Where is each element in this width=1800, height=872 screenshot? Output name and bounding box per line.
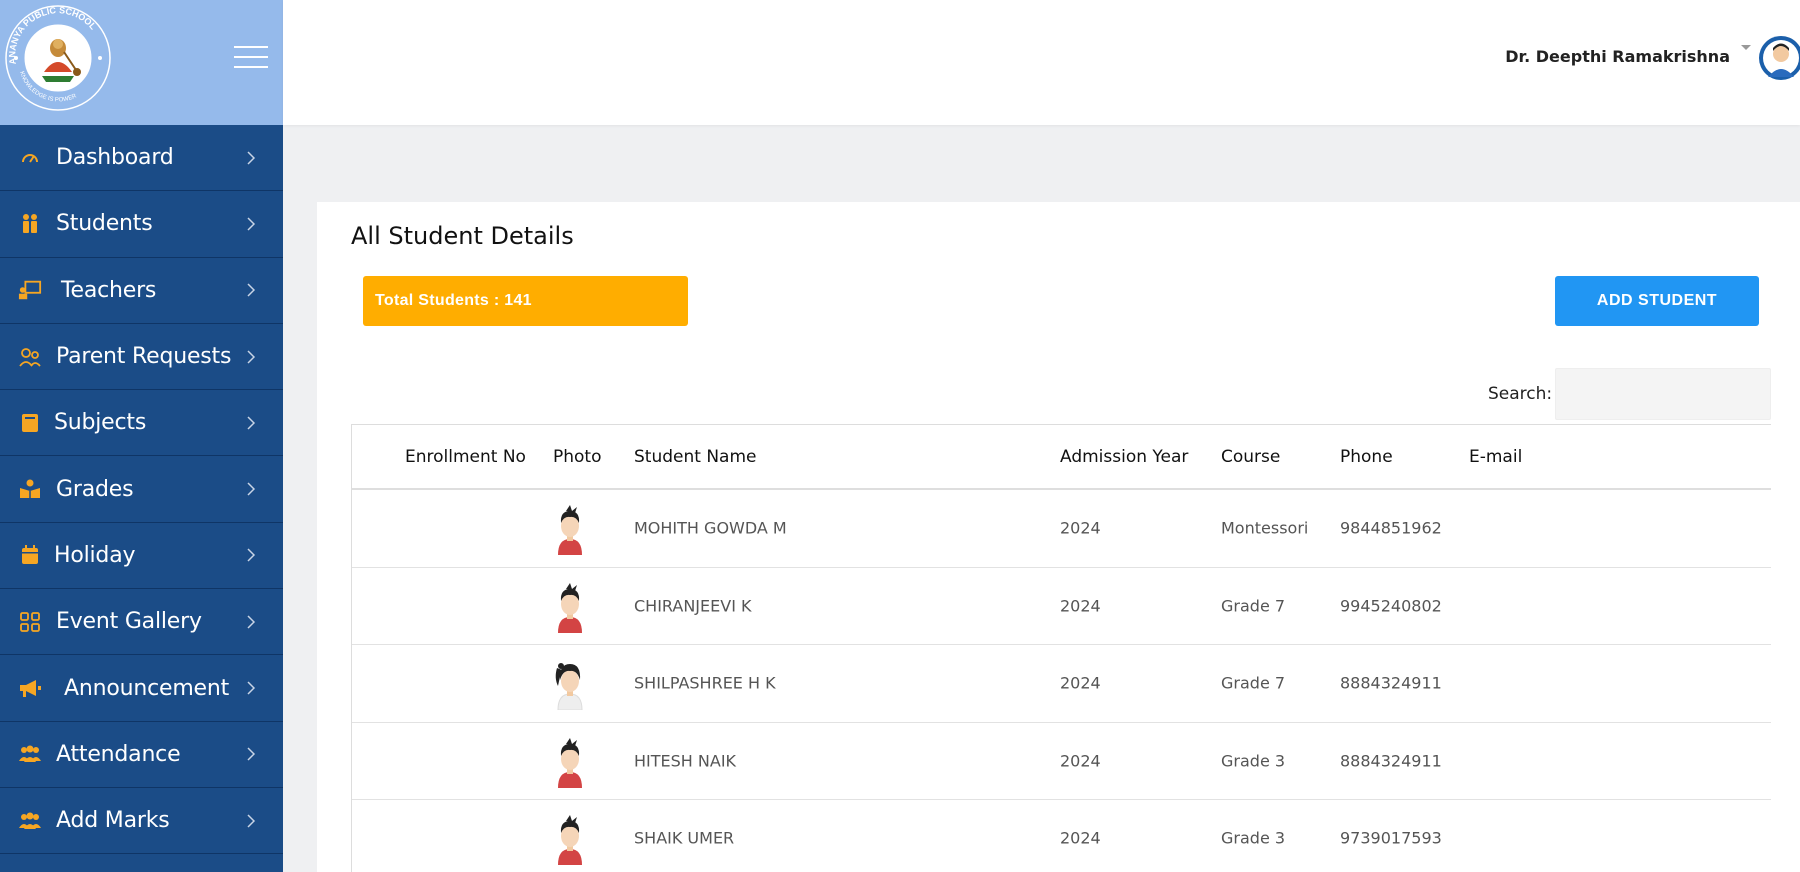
students-table: Enrollment No Photo Student Name Admissi…: [351, 424, 1771, 872]
sidebar-item-holiday[interactable]: Holiday: [0, 523, 283, 590]
sidebar-item-label: Holiday: [54, 542, 136, 568]
chevron-right-icon: [247, 151, 256, 165]
column-header-admission-year[interactable]: Admission Year: [1060, 447, 1188, 467]
megaphone-icon: [18, 676, 42, 700]
sidebar: ANANYA PUBLIC SCHOOL KNOWLEDGE IS POWER …: [0, 0, 283, 872]
calendar-icon: [18, 543, 42, 567]
add-student-button[interactable]: ADD STUDENT: [1555, 276, 1759, 326]
search-input[interactable]: [1555, 368, 1771, 420]
column-header-course[interactable]: Course: [1221, 447, 1280, 467]
search-label: Search:: [1488, 384, 1553, 404]
sidebar-item-add-marks[interactable]: Add Marks: [0, 788, 283, 855]
cell-course: Grade 7: [1221, 596, 1286, 616]
top-header: Dr. Deepthi Ramakrishna: [283, 0, 1800, 125]
reader-icon: [18, 477, 42, 501]
cell-course: Montessori: [1221, 518, 1309, 538]
sidebar-item-label: Announcement: [64, 675, 230, 701]
chevron-right-icon: [247, 681, 256, 695]
cell-student-name: MOHITH GOWDA M: [634, 518, 787, 538]
cell-admission-year: 2024: [1060, 596, 1101, 616]
cell-admission-year: 2024: [1060, 828, 1101, 848]
cell-student-name: CHIRANJEEVI K: [634, 596, 752, 616]
chevron-right-icon: [247, 416, 256, 430]
cell-admission-year: 2024: [1060, 518, 1101, 538]
sidebar-item-label: Students: [56, 211, 153, 237]
students-icon: [18, 212, 42, 236]
cell-student-name: HITESH NAIK: [634, 751, 737, 771]
sidebar-item-label: Dashboard: [56, 145, 174, 171]
table-row[interactable]: MOHITH GOWDA M 2024 Montessori 984485196…: [352, 490, 1771, 568]
column-header-email[interactable]: E-mail: [1469, 447, 1522, 467]
sidebar-menu: Dashboard Students Teachers Parent Reque…: [0, 125, 283, 855]
teacher-board-icon: [18, 278, 42, 302]
sidebar-item-label: Parent Requests: [56, 344, 232, 370]
column-header-student-name[interactable]: Student Name: [634, 447, 756, 467]
table-header: Enrollment No Photo Student Name Admissi…: [352, 425, 1771, 490]
boy-avatar-icon: [558, 582, 582, 633]
chevron-right-icon: [247, 482, 256, 496]
sidebar-item-students[interactable]: Students: [0, 191, 283, 258]
cell-student-name: SHILPASHREE H K: [634, 673, 776, 693]
cell-admission-year: 2024: [1060, 751, 1101, 771]
cell-phone: 9844851962: [1340, 518, 1442, 538]
user-avatar[interactable]: [1758, 35, 1800, 81]
cell-phone: 9739017593: [1340, 828, 1442, 848]
parents-icon: [18, 345, 42, 369]
boy-avatar-icon: [558, 505, 582, 556]
cell-phone: 9945240802: [1340, 596, 1442, 616]
chevron-right-icon: [247, 217, 256, 231]
table-row[interactable]: CHIRANJEEVI K 2024 Grade 7 9945240802: [352, 568, 1771, 645]
school-logo[interactable]: ANANYA PUBLIC SCHOOL KNOWLEDGE IS POWER: [2, 2, 114, 114]
sidebar-item-teachers[interactable]: Teachers: [0, 258, 283, 324]
cell-course: Grade 3: [1221, 828, 1286, 848]
users-icon: [18, 809, 42, 833]
sidebar-item-attendance[interactable]: Attendance: [0, 722, 283, 788]
column-header-photo[interactable]: Photo: [553, 447, 602, 467]
student-details-card: All Student Details Total Students : 141…: [317, 202, 1800, 872]
sidebar-item-subjects[interactable]: Subjects: [0, 390, 283, 457]
sidebar-item-label: Teachers: [61, 277, 157, 303]
chevron-right-icon: [247, 814, 256, 828]
chevron-right-icon: [247, 350, 256, 364]
girl-avatar-icon: [555, 663, 583, 711]
sidebar-item-label: Subjects: [54, 410, 147, 436]
sidebar-item-label: Add Marks: [56, 808, 170, 834]
table-row[interactable]: HITESH NAIK 2024 Grade 3 8884324911: [352, 723, 1771, 800]
grid-icon: [18, 610, 42, 634]
chevron-right-icon: [247, 283, 256, 297]
chevron-right-icon: [247, 615, 256, 629]
speedometer-icon: [18, 146, 42, 170]
sidebar-item-announcement[interactable]: Announcement: [0, 655, 283, 722]
sidebar-item-dashboard[interactable]: Dashboard: [0, 125, 283, 192]
sidebar-item-label: Event Gallery: [56, 609, 202, 635]
sidebar-item-label: Grades: [56, 476, 134, 502]
table-row[interactable]: SHAIK UMER 2024 Grade 3 9739017593: [352, 800, 1771, 872]
table-row[interactable]: SHILPASHREE H K 2024 Grade 7 8884324911: [352, 645, 1771, 723]
cell-phone: 8884324911: [1340, 751, 1442, 771]
boy-avatar-icon: [558, 815, 582, 866]
sidebar-item-label: Attendance: [56, 741, 181, 767]
sidebar-item-parent-requests[interactable]: Parent Requests: [0, 324, 283, 391]
users-icon: [18, 742, 42, 766]
chevron-right-icon: [247, 548, 256, 562]
column-header-phone[interactable]: Phone: [1340, 447, 1393, 467]
cell-phone: 8884324911: [1340, 673, 1442, 693]
caret-down-icon[interactable]: [1740, 44, 1752, 52]
column-header-enrollment[interactable]: Enrollment No: [405, 447, 526, 467]
total-students-badge: Total Students : 141: [363, 276, 688, 326]
page-title: All Student Details: [351, 222, 574, 250]
sidebar-item-grades[interactable]: Grades: [0, 456, 283, 523]
cell-course: Grade 7: [1221, 673, 1286, 693]
user-name[interactable]: Dr. Deepthi Ramakrishna: [1505, 47, 1730, 66]
chevron-right-icon: [247, 747, 256, 761]
sidebar-header: ANANYA PUBLIC SCHOOL KNOWLEDGE IS POWER: [0, 0, 283, 125]
book-icon: [18, 411, 42, 435]
cell-course: Grade 3: [1221, 751, 1286, 771]
cell-student-name: SHAIK UMER: [634, 828, 735, 848]
sidebar-item-event-gallery[interactable]: Event Gallery: [0, 589, 283, 656]
cell-admission-year: 2024: [1060, 673, 1101, 693]
boy-avatar-icon: [558, 737, 582, 788]
hamburger-menu-icon[interactable]: [234, 46, 268, 70]
